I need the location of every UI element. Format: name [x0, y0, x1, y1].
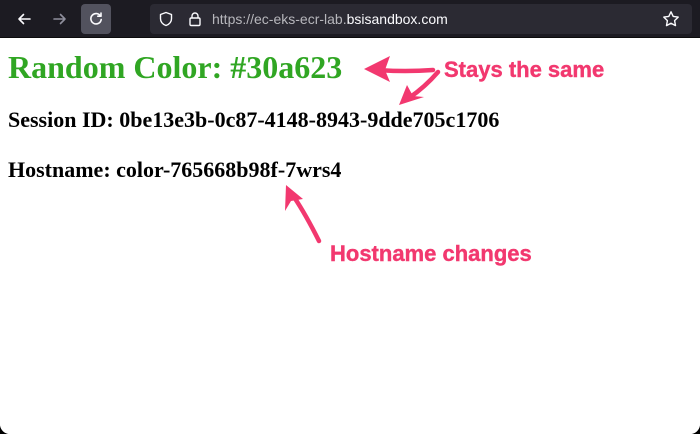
reload-button[interactable]	[81, 4, 111, 34]
back-arrow-icon	[18, 13, 31, 25]
forward-button[interactable]	[45, 4, 75, 34]
forward-arrow-icon	[53, 13, 66, 25]
annotation-hostname-changes: Hostname changes	[330, 241, 532, 266]
reload-icon	[90, 12, 102, 25]
url-prefix: https://ec-eks-ecr-lab.	[212, 11, 347, 27]
url-text[interactable]: https://ec-eks-ecr-lab.bsisandbox.com	[212, 10, 448, 28]
arrow-to-color-heading	[364, 56, 436, 82]
annotation-arrows	[285, 56, 441, 244]
annotation-stays-same: Stays the same	[444, 57, 605, 82]
browser-window: https://ec-eks-ecr-lab.bsisandbox.com Ra…	[0, 0, 700, 434]
arrow-to-hostname	[285, 185, 322, 244]
lock-icon[interactable]	[187, 11, 203, 27]
arrow-to-session-id	[399, 69, 441, 105]
back-button[interactable]	[9, 4, 39, 34]
address-bar[interactable]: https://ec-eks-ecr-lab.bsisandbox.com	[150, 4, 692, 34]
shield-icon[interactable]	[158, 11, 174, 27]
page-content: Random Color: #30a623 Session ID: 0be13e…	[0, 39, 700, 434]
star-icon[interactable]	[662, 10, 680, 28]
browser-toolbar: https://ec-eks-ecr-lab.bsisandbox.com	[0, 0, 700, 38]
url-domain: bsisandbox.com	[346, 11, 448, 27]
